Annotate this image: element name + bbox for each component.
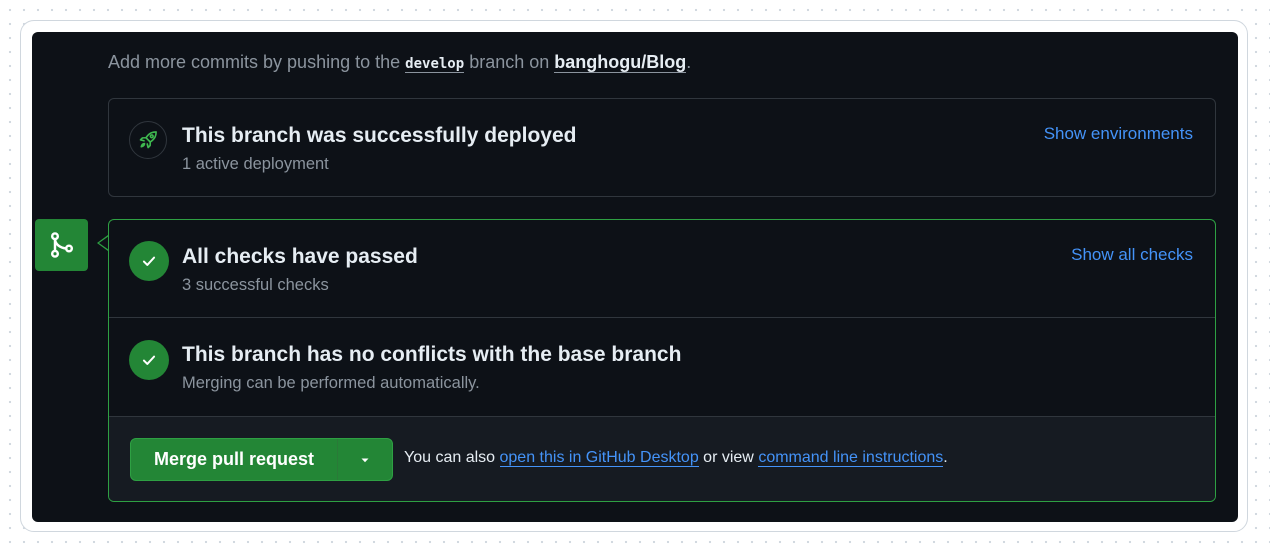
merge-pull-request-button[interactable]: Merge pull request (131, 439, 338, 480)
check-icon (129, 340, 169, 380)
open-desktop-link[interactable]: open this in GitHub Desktop (499, 449, 699, 467)
command-line-link[interactable]: command line instructions (758, 449, 944, 467)
push-hint-prefix: Add more commits by pushing to the (108, 52, 401, 72)
merge-options-dropdown[interactable] (338, 439, 392, 480)
deployment-box: This branch was successfully deployed 1 … (108, 98, 1216, 197)
conflicts-section: This branch has no conflicts with the ba… (109, 318, 1215, 417)
check-icon (129, 241, 169, 281)
deployment-title: This branch was successfully deployed (182, 124, 577, 147)
show-all-checks-link[interactable]: Show all checks (1071, 245, 1193, 265)
conflicts-title: This branch has no conflicts with the ba… (182, 343, 682, 366)
checks-section: All checks have passed 3 successful chec… (109, 220, 1215, 318)
repo-link[interactable]: banghogu/Blog (554, 52, 687, 73)
alternate-merge-options: You can also open this in GitHub Desktop… (404, 449, 948, 467)
push-hint-suffix: . (686, 52, 692, 72)
push-hint: Add more commits by pushing to the devel… (108, 52, 691, 73)
merge-action-section: Merge pull request You can also open thi… (109, 417, 1215, 501)
triangle-down-icon (361, 458, 369, 462)
or-view-text: or view (703, 449, 754, 466)
also-prefix: You can also (404, 449, 496, 466)
checks-title: All checks have passed (182, 245, 418, 268)
branch-name[interactable]: develop (405, 56, 465, 73)
deployment-subtitle: 1 active deployment (182, 155, 329, 173)
conflicts-subtitle: Merging can be performed automatically. (182, 374, 480, 392)
show-environments-link[interactable]: Show environments (1044, 124, 1193, 144)
merge-button-group: Merge pull request (130, 438, 393, 481)
push-hint-middle: branch on (469, 52, 550, 72)
git-merge-icon (35, 219, 88, 271)
also-suffix: . (943, 449, 948, 466)
merge-status-box: All checks have passed 3 successful chec… (108, 219, 1216, 502)
rocket-icon (129, 121, 167, 159)
checks-subtitle: 3 successful checks (182, 276, 329, 294)
